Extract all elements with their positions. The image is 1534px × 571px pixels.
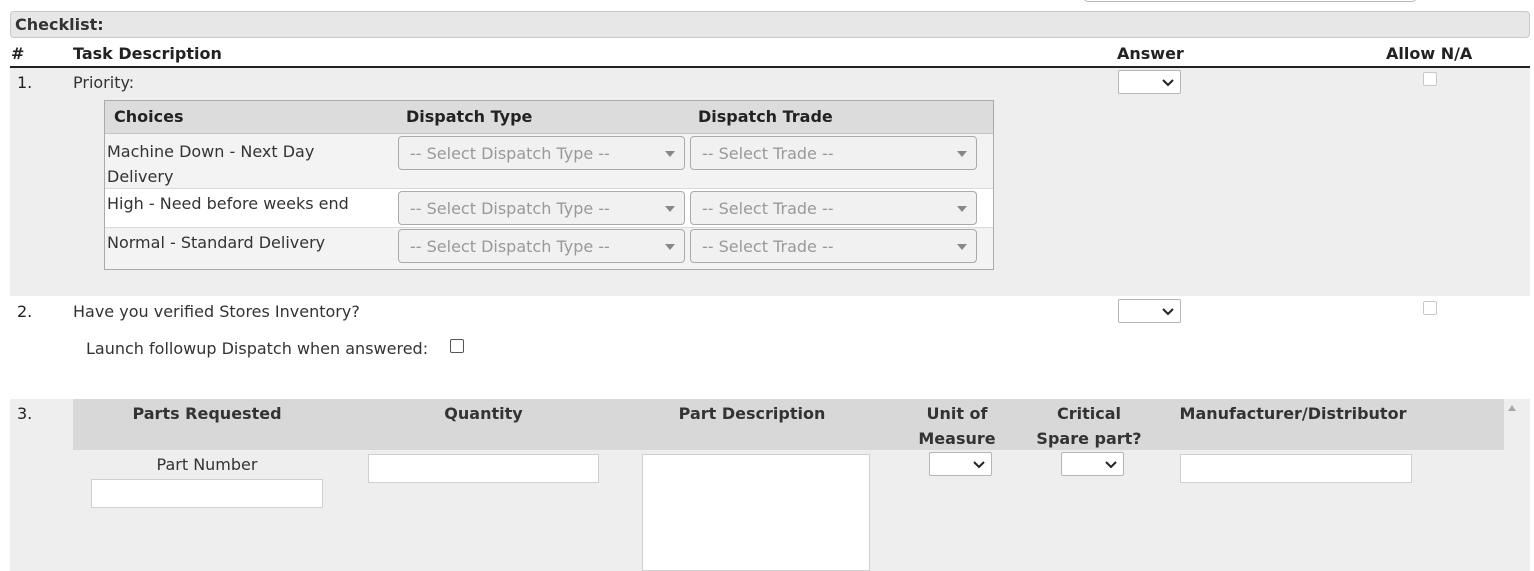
dispatch-type-header: Dispatch Type	[406, 107, 533, 126]
dispatch-trade-select[interactable]: -- Select Trade --	[690, 229, 977, 263]
caret-down-icon	[957, 151, 967, 157]
chevron-down-icon	[973, 461, 985, 469]
choices-table: Choices Dispatch Type Dispatch Trade Mac…	[104, 100, 994, 270]
header-allow-na: Allow N/A	[1386, 44, 1473, 63]
critical-spare-part-header: Critical Spare part?	[1031, 401, 1147, 451]
section-title: Checklist:	[15, 15, 104, 34]
caret-down-icon	[957, 206, 967, 212]
chevron-down-icon	[1162, 79, 1174, 87]
row-2-number: 2.	[17, 302, 33, 321]
unit-of-measure-header: Unit of Measure	[906, 401, 1008, 451]
dispatch-type-select[interactable]: -- Select Dispatch Type --	[398, 191, 685, 225]
manufacturer-distributor-header: Manufacturer/Distributor	[1179, 404, 1407, 423]
choice-label-line2: Delivery	[107, 167, 174, 186]
choice-row: Machine Down - Next Day Delivery -- Sele…	[105, 135, 993, 188]
critical-header-line1: Critical	[1056, 404, 1121, 423]
choice-label: Normal - Standard Delivery	[107, 233, 326, 252]
quantity-header: Quantity	[444, 404, 523, 423]
dispatch-type-select[interactable]: -- Select Dispatch Type --	[398, 229, 685, 263]
row-1-task-label: Priority:	[73, 73, 135, 92]
header-num: #	[11, 44, 25, 63]
choice-label: Machine Down - Next Day Delivery	[107, 139, 314, 189]
dispatch-trade-select[interactable]: -- Select Trade --	[690, 136, 977, 170]
choices-header: Choices	[114, 107, 184, 126]
header-answer: Answer	[1117, 44, 1184, 63]
checklist-section-bar: Checklist:	[10, 11, 1530, 38]
choice-label: High - Need before weeks end	[107, 194, 349, 213]
choice-row: High - Need before weeks end -- Select D…	[105, 188, 993, 227]
chevron-down-icon	[1162, 308, 1174, 316]
row-2-answer-select[interactable]	[1118, 299, 1181, 323]
critical-header-line2: Spare part?	[1036, 429, 1142, 448]
row-2-allow-na-checkbox[interactable]	[1423, 301, 1437, 315]
dispatch-trade-placeholder: -- Select Trade --	[702, 199, 834, 218]
part-number-input[interactable]	[91, 479, 323, 508]
row-3-number: 3.	[17, 404, 33, 423]
row-1-answer-select[interactable]	[1118, 70, 1181, 94]
choices-table-header: Choices Dispatch Type Dispatch Trade	[105, 101, 993, 134]
caret-down-icon	[665, 206, 675, 212]
part-number-label: Part Number	[156, 455, 258, 474]
part-description-header: Part Description	[678, 404, 826, 423]
top-partial-field[interactable]	[1083, 0, 1417, 2]
chevron-down-icon	[1105, 461, 1117, 469]
choice-row: Normal - Standard Delivery -- Select Dis…	[105, 227, 993, 265]
caret-down-icon	[665, 151, 675, 157]
choice-label-line1: Machine Down - Next Day	[107, 142, 315, 161]
scroll-up-arrow-icon[interactable]	[1508, 405, 1516, 411]
launch-followup-label: Launch followup Dispatch when answered:	[86, 339, 429, 358]
unit-of-measure-select[interactable]	[929, 452, 992, 476]
dispatch-type-placeholder: -- Select Dispatch Type --	[410, 237, 610, 256]
caret-down-icon	[957, 244, 967, 250]
caret-down-icon	[665, 244, 675, 250]
row-2-task-label: Have you verified Stores Inventory?	[73, 302, 360, 321]
dispatch-type-select[interactable]: -- Select Dispatch Type --	[398, 136, 685, 170]
dispatch-trade-placeholder: -- Select Trade --	[702, 144, 834, 163]
launch-followup-checkbox[interactable]	[450, 339, 464, 353]
critical-spare-part-select[interactable]	[1061, 452, 1124, 476]
uom-header-line1: Unit of	[926, 404, 988, 423]
header-task-description: Task Description	[73, 44, 222, 63]
part-description-textarea[interactable]	[642, 454, 870, 571]
parts-requested-header: Parts Requested	[132, 404, 282, 423]
quantity-input[interactable]	[368, 454, 599, 483]
row-1-number: 1.	[17, 73, 33, 92]
row-1-allow-na-checkbox[interactable]	[1423, 72, 1437, 86]
dispatch-trade-placeholder: -- Select Trade --	[702, 237, 834, 256]
dispatch-type-placeholder: -- Select Dispatch Type --	[410, 199, 610, 218]
manufacturer-distributor-input[interactable]	[1180, 454, 1412, 483]
dispatch-trade-header: Dispatch Trade	[698, 107, 833, 126]
dispatch-type-placeholder: -- Select Dispatch Type --	[410, 144, 610, 163]
uom-header-line2: Measure	[918, 429, 996, 448]
dispatch-trade-select[interactable]: -- Select Trade --	[690, 191, 977, 225]
